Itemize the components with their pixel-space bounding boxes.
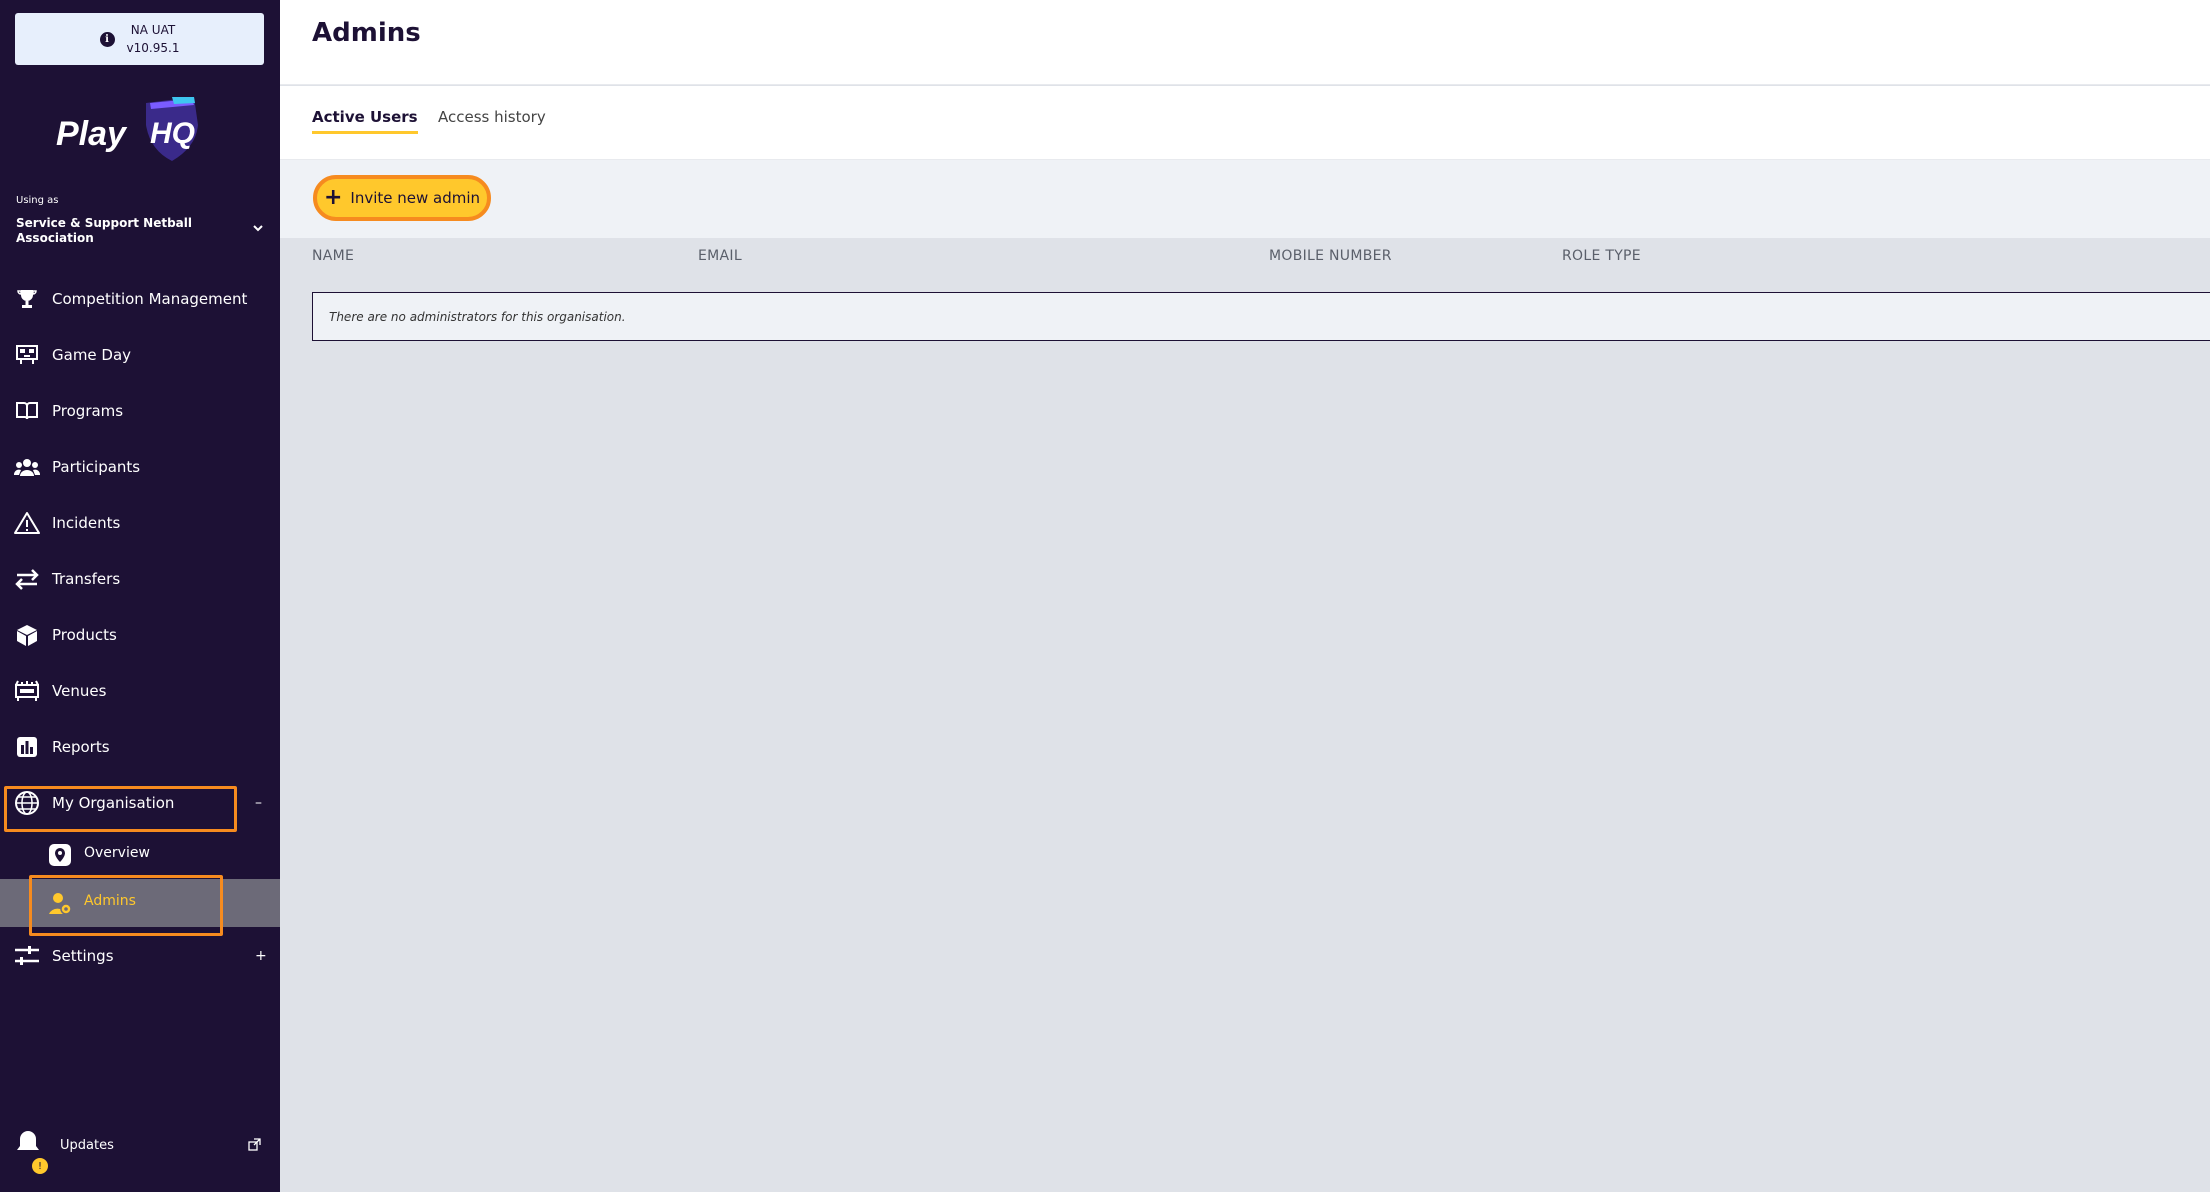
scoreboard-icon — [13, 341, 41, 369]
empty-state-row: There are no administrators for this org… — [312, 292, 2210, 341]
nav-item-products[interactable]: Products — [0, 607, 280, 663]
svg-text:HQ: HQ — [150, 117, 195, 150]
updates-label: Updates — [60, 1138, 114, 1153]
people-icon — [13, 453, 41, 481]
environment-version: v10.95.1 — [126, 41, 180, 55]
nav-item-incidents[interactable]: Incidents — [0, 495, 280, 551]
invite-button-label: Invite new admin — [350, 189, 481, 207]
nav-item-competition-management[interactable]: Competition Management — [0, 271, 280, 327]
page-header: Admins — [280, 0, 2210, 85]
nav-item-game-day[interactable]: Game Day — [0, 327, 280, 383]
column-header-role-type[interactable]: ROLE TYPE — [1562, 248, 1641, 264]
trophy-icon — [13, 285, 41, 313]
nav-item-label: Settings — [52, 947, 114, 965]
nav-item-venues[interactable]: Venues — [0, 663, 280, 719]
warning-icon — [13, 509, 41, 537]
column-header-email[interactable]: EMAIL — [698, 248, 742, 264]
nav-item-label: Products — [52, 626, 117, 644]
updates-badge: ! — [32, 1158, 48, 1174]
nav-item-label: Participants — [52, 458, 141, 476]
globe-icon — [13, 789, 41, 817]
user-gear-icon — [46, 889, 74, 917]
environment-name: NA UAT — [130, 23, 176, 37]
info-icon: i — [99, 31, 115, 47]
nav-item-transfers[interactable]: Transfers — [0, 551, 280, 607]
nav-item-updates[interactable]: ! Updates — [0, 1128, 280, 1174]
nav-item-label: Incidents — [52, 514, 121, 532]
nav-item-settings[interactable]: Settings + — [0, 928, 280, 984]
column-header-mobile-number[interactable]: MOBILE NUMBER — [1269, 248, 1392, 264]
invite-new-admin-button[interactable]: + Invite new admin — [313, 175, 491, 221]
nav-item-reports[interactable]: Reports — [0, 719, 280, 775]
nav-item-label: Venues — [52, 682, 107, 700]
nav-item-label: My Organisation — [52, 794, 175, 812]
tab-bar: Active Users Access history — [280, 86, 2210, 160]
org-switcher[interactable]: Service & Support Netball Association — [16, 216, 216, 246]
environment-badge[interactable]: i NA UAT v10.95.1 — [15, 13, 264, 65]
book-icon — [13, 397, 41, 425]
nav-subitem-label: Admins — [84, 893, 136, 909]
nav-subitem-label: Overview — [84, 845, 150, 861]
table-header: NAME EMAIL MOBILE NUMBER ROLE TYPE — [280, 238, 2210, 292]
location-pin-icon — [46, 841, 74, 869]
page-title: Admins — [312, 18, 421, 48]
collapse-toggle[interactable]: – — [255, 795, 262, 811]
svg-text:Play: Play — [56, 115, 128, 153]
bar-chart-icon — [13, 733, 41, 761]
nav-item-participants[interactable]: Participants — [0, 439, 280, 495]
nav-item-programs[interactable]: Programs — [0, 383, 280, 439]
bell-icon — [14, 1128, 42, 1156]
empty-state-message: There are no administrators for this org… — [329, 309, 626, 324]
nav-subitem-overview[interactable]: Overview — [0, 831, 280, 879]
nav-item-label: Programs — [52, 402, 124, 420]
column-header-name[interactable]: NAME — [312, 248, 354, 264]
nav-item-label: Competition Management — [52, 290, 248, 308]
sliders-icon — [13, 942, 41, 970]
nav-item-label: Transfers — [52, 570, 121, 588]
main-content: Admins Active Users Access history + Inv… — [280, 0, 2210, 1192]
transfer-arrows-icon — [13, 565, 41, 593]
plus-icon: + — [323, 185, 343, 210]
sidebar: i NA UAT v10.95.1 Play HQ Using as Servi… — [0, 0, 280, 1192]
nav-item-label: Reports — [52, 738, 110, 756]
nav-item-label: Game Day — [52, 346, 132, 364]
boxes-icon — [13, 621, 41, 649]
nav-subitem-admins[interactable]: Admins — [0, 879, 280, 927]
external-link-icon[interactable] — [248, 1138, 261, 1151]
toolbar: + Invite new admin — [280, 160, 2210, 238]
stadium-icon — [13, 677, 41, 705]
tab-active-users[interactable]: Active Users — [312, 108, 418, 134]
using-as-label: Using as — [16, 195, 59, 206]
tab-access-history[interactable]: Access history — [438, 108, 546, 131]
nav-item-my-organisation[interactable]: My Organisation – — [0, 775, 280, 831]
expand-toggle[interactable]: + — [255, 948, 267, 964]
playhq-logo[interactable]: Play HQ — [54, 95, 204, 165]
chevron-down-icon[interactable] — [252, 222, 264, 234]
